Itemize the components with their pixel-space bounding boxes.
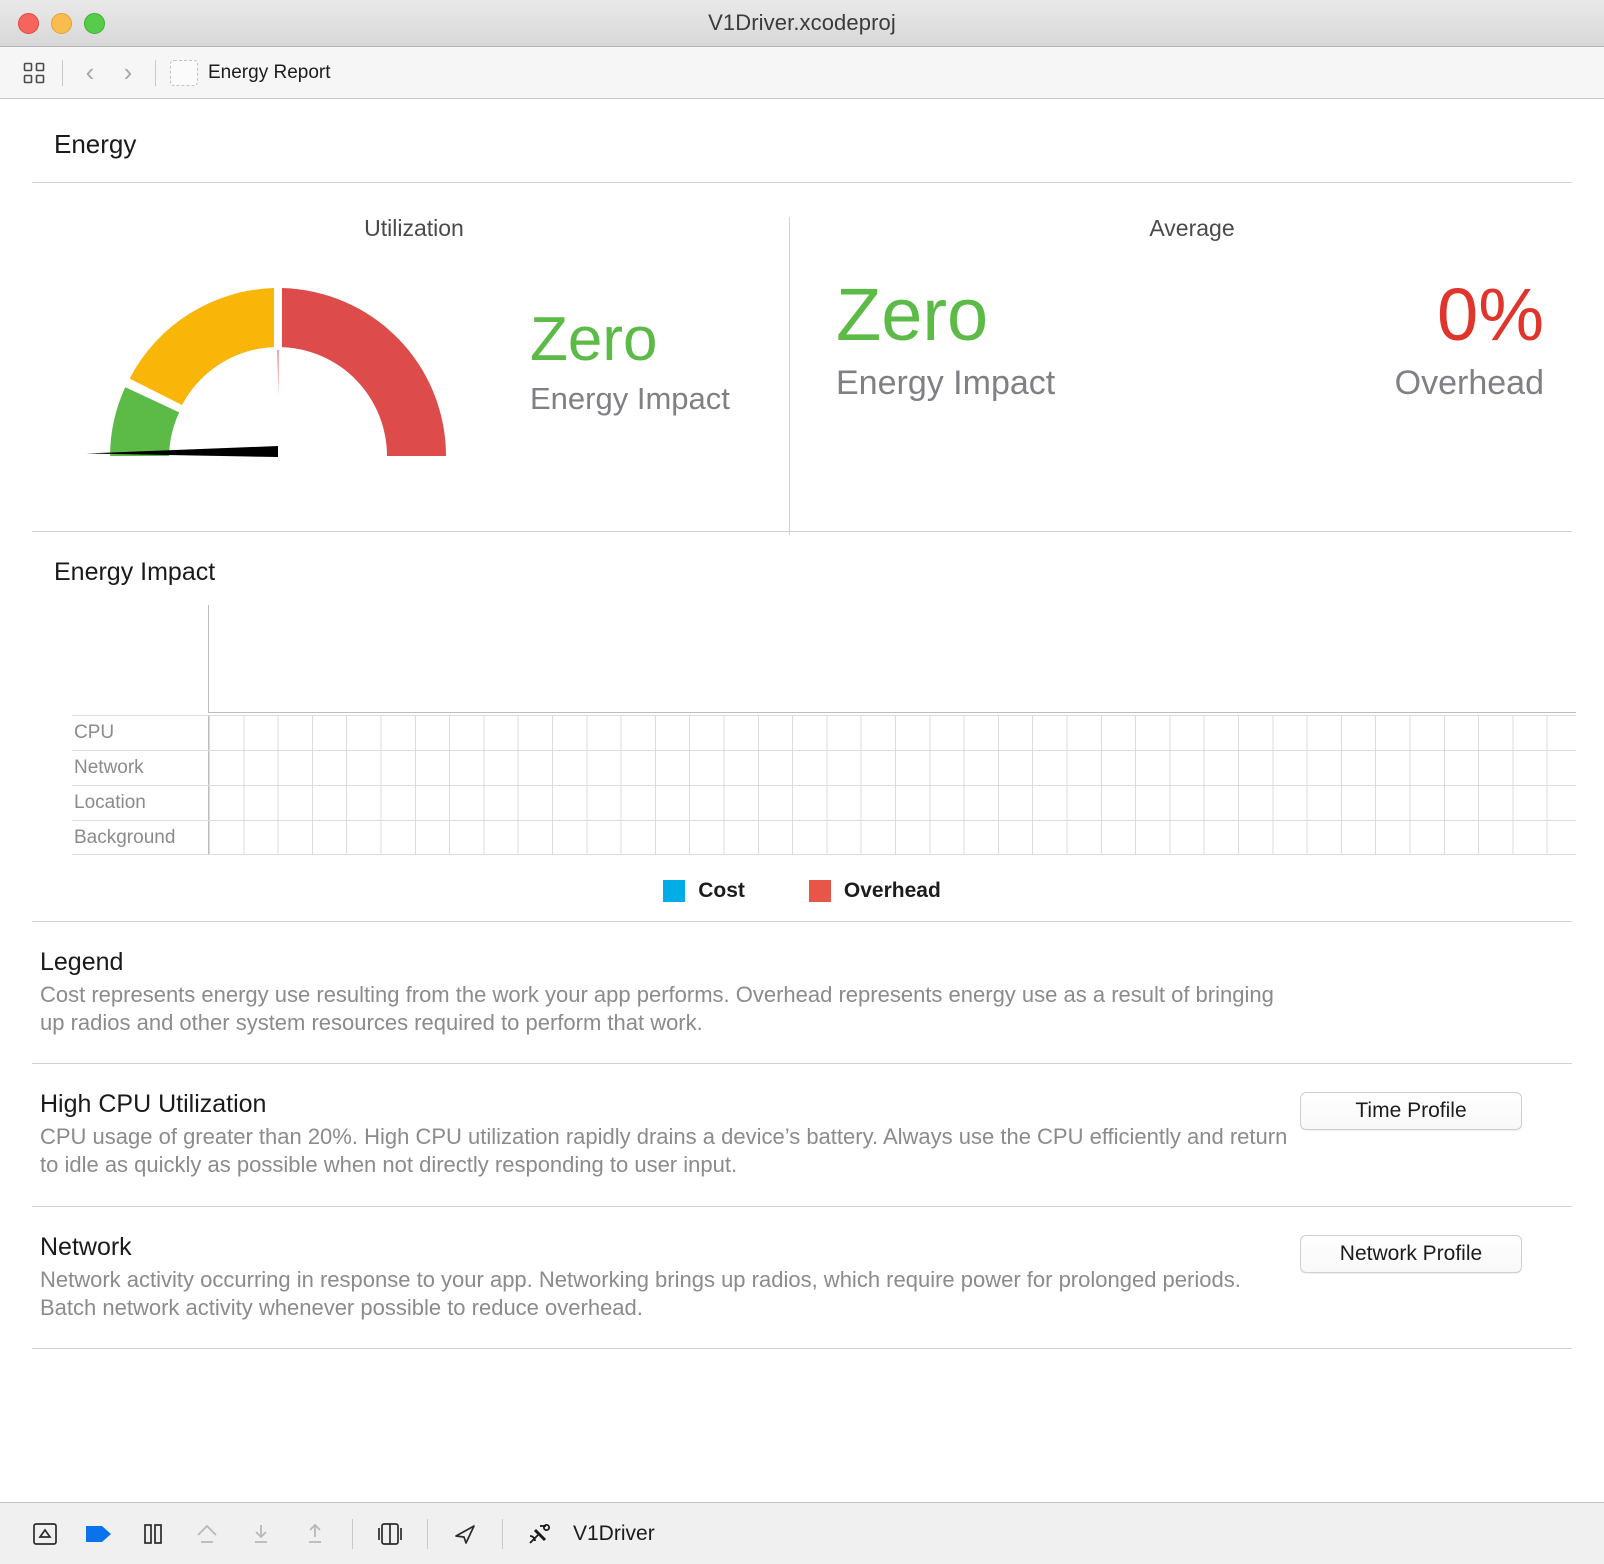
toolbar-divider-1 — [352, 1518, 353, 1549]
legend-item-overhead: Overhead — [808, 879, 941, 903]
average-overhead-caption: Overhead — [1394, 364, 1544, 402]
toolbar-divider-2 — [427, 1518, 428, 1549]
utilization-caption: Energy Impact — [530, 380, 730, 416]
average-panel: Average Zero Energy Impact 0% Overhead — [790, 183, 1604, 531]
average-impact-caption: Energy Impact — [836, 364, 1056, 402]
average-impact-value: Zero — [836, 273, 989, 356]
divider-bottom — [32, 1347, 1572, 1349]
chart-row: CPU — [72, 715, 1576, 750]
chart-row-label: Location — [74, 792, 146, 813]
debug-toolbar: V1Driver — [0, 1502, 1604, 1564]
utilization-value: Zero — [530, 304, 658, 374]
traffic-lights — [18, 12, 105, 34]
chart-row: Background — [72, 820, 1576, 855]
hide-debug-area-icon[interactable] — [18, 1512, 72, 1556]
legend-swatch-cost — [663, 880, 686, 902]
step-over-icon[interactable] — [180, 1512, 234, 1556]
time-profile-button[interactable]: Time Profile — [1300, 1092, 1522, 1131]
breadcrumb[interactable]: Energy Report — [208, 62, 331, 84]
minimize-button[interactable] — [51, 12, 72, 34]
satellite-icon[interactable] — [513, 1512, 567, 1556]
section-high-cpu-title: High CPU Utilization — [40, 1090, 267, 1119]
chevron-left-icon[interactable]: ‹ — [71, 55, 109, 91]
nav-divider-2 — [155, 59, 156, 86]
chart-row-label: Background — [74, 826, 176, 848]
chart-row-cells — [208, 821, 1576, 854]
step-into-icon[interactable] — [234, 1512, 288, 1556]
section-network: Network Network activity occurring in re… — [0, 1207, 1604, 1348]
close-button[interactable] — [18, 12, 39, 34]
pause-icon[interactable] — [126, 1512, 180, 1556]
chart-row-label: Network — [74, 757, 144, 778]
section-legend: Legend Cost represents energy use result… — [0, 922, 1604, 1063]
legend-item-cost: Cost — [663, 879, 745, 903]
section-high-cpu-body: CPU usage of greater than 20%. High CPU … — [40, 1124, 1288, 1178]
toolbar-divider-3 — [502, 1518, 503, 1549]
section-legend-title: Legend — [40, 948, 124, 976]
step-out-icon[interactable] — [288, 1512, 342, 1556]
network-profile-button[interactable]: Network Profile — [1300, 1234, 1522, 1273]
scheme-label[interactable]: V1Driver — [573, 1522, 655, 1546]
legend-label-overhead: Overhead — [843, 879, 941, 902]
section-network-title: Network — [40, 1232, 132, 1261]
window-title: V1Driver.xcodeproj — [708, 10, 896, 35]
project-navigator-icon[interactable] — [14, 55, 54, 91]
section-high-cpu-utilization: High CPU Utilization CPU usage of greate… — [0, 1064, 1604, 1205]
chart-row: Location — [72, 785, 1576, 820]
page-title: Energy — [54, 129, 137, 159]
jump-bar: ‹ › Energy Report — [0, 47, 1604, 99]
title-bar: V1Driver.xcodeproj — [0, 0, 1604, 47]
average-heading: Average — [1149, 215, 1235, 241]
chart-row-cells — [208, 716, 1576, 750]
chart-legend: Cost Overhead — [0, 855, 1604, 903]
average-overhead-readout: 0% Overhead — [1395, 278, 1544, 403]
view-debugging-icon[interactable] — [363, 1512, 417, 1556]
chart-row-cells — [208, 751, 1576, 785]
energy-gauge — [78, 260, 498, 465]
chevron-right-icon[interactable]: › — [109, 55, 147, 91]
average-impact-readout: Zero Energy Impact — [836, 278, 1055, 403]
average-overhead-value: 0% — [1437, 273, 1544, 356]
nav-divider-1 — [62, 59, 63, 86]
chart-title: Energy Impact — [54, 558, 216, 586]
section-network-body: Network activity occurring in response t… — [40, 1266, 1241, 1320]
chart-plot-area: CPU Network Location Background — [72, 605, 1576, 855]
utilization-heading: Utilization — [364, 215, 464, 241]
chart-row: Network — [72, 750, 1576, 785]
breadcrumb-icon — [170, 59, 198, 86]
continue-execution-icon[interactable] — [72, 1512, 126, 1556]
section-legend-body: Cost represents energy use resulting fro… — [40, 982, 1274, 1036]
xcode-window: V1Driver.xcodeproj ‹ › Energy Report Ene… — [0, 0, 1604, 1564]
energy-impact-chart: Energy Impact CPU Network Location Backg… — [0, 532, 1604, 921]
chart-y-axis — [208, 605, 209, 713]
legend-label-cost: Cost — [698, 879, 745, 902]
location-simulation-icon[interactable] — [438, 1512, 492, 1556]
summary-panel: Utilization Zero Energy Impact Average Z… — [0, 183, 1604, 535]
energy-report-content: Energy Utilization Zero Energy Impact Av… — [0, 99, 1604, 1502]
utilization-panel: Utilization Zero Energy Impact — [0, 183, 790, 531]
chart-row-label: CPU — [74, 722, 115, 743]
legend-swatch-overhead — [808, 880, 831, 902]
utilization-readout: Zero Energy Impact — [530, 304, 730, 417]
maximize-button[interactable] — [84, 12, 105, 34]
chart-row-cells — [208, 786, 1576, 820]
chart-x-axis — [208, 712, 1576, 713]
chart-rows: CPU Network Location Background — [72, 715, 1576, 855]
